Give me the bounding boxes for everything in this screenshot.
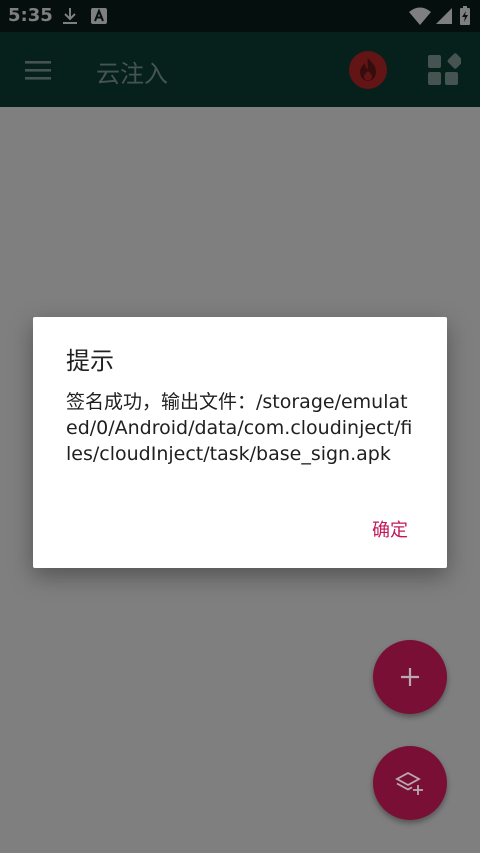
- alert-dialog: 提示 签名成功，输出文件：/storage/emulated/0/Android…: [33, 317, 447, 568]
- layers-fab[interactable]: [373, 746, 447, 820]
- ok-button[interactable]: 确定: [355, 513, 425, 549]
- add-icon: [401, 668, 419, 686]
- dialog-message: 签名成功，输出文件：/storage/emulated/0/Android/da…: [66, 391, 413, 465]
- add-fab[interactable]: [373, 640, 447, 714]
- dialog-title: 提示: [66, 347, 114, 375]
- layers-add-icon: [395, 771, 423, 795]
